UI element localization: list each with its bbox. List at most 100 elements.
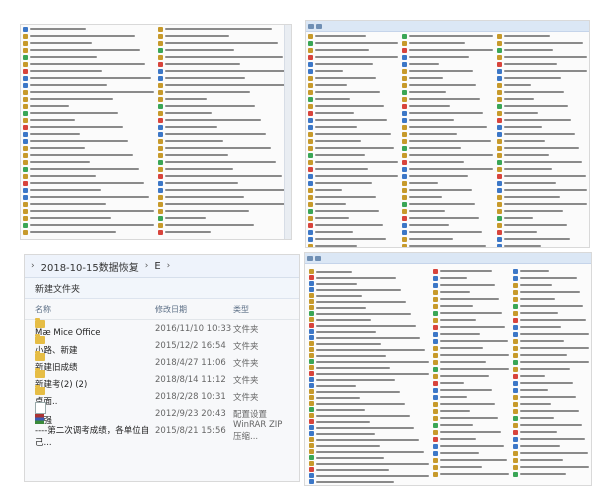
list-item[interactable] (309, 377, 429, 382)
address-bar[interactable]: › 2018-10-15数据恢复 › E › (25, 255, 299, 278)
list-item[interactable] (23, 103, 154, 109)
breadcrumb-item[interactable]: E (154, 261, 160, 272)
list-item[interactable] (496, 208, 587, 214)
list-item[interactable] (513, 282, 589, 288)
list-item[interactable] (158, 75, 289, 81)
list-item[interactable] (158, 208, 289, 214)
list-item[interactable] (402, 131, 492, 137)
list-item[interactable] (308, 222, 398, 228)
file-row[interactable]: Mæ Mice Office 2016/11/10 10:33 文件夹 (25, 317, 299, 338)
list-item[interactable] (496, 75, 587, 81)
list-item[interactable] (308, 124, 398, 130)
list-item[interactable] (308, 40, 399, 46)
list-item[interactable] (309, 359, 429, 364)
list-item[interactable] (23, 61, 154, 67)
list-item[interactable] (433, 429, 509, 435)
list-item[interactable] (23, 26, 154, 32)
list-item[interactable] (513, 331, 589, 337)
list-item[interactable] (402, 173, 492, 179)
list-item[interactable] (158, 82, 289, 88)
list-item[interactable] (513, 366, 589, 372)
list-item[interactable] (402, 82, 492, 88)
list-item[interactable] (402, 96, 492, 102)
list-item[interactable] (496, 103, 587, 109)
list-item[interactable] (496, 152, 587, 158)
list-item[interactable] (433, 289, 509, 295)
list-item[interactable] (23, 208, 154, 214)
new-folder-button[interactable]: 新建文件夹 (35, 282, 80, 295)
column-date[interactable]: 修改日期 (155, 304, 233, 315)
list-item[interactable] (158, 229, 289, 235)
list-item[interactable] (158, 26, 289, 32)
list-item[interactable] (433, 408, 509, 414)
list-item[interactable] (433, 380, 509, 386)
file-row[interactable]: 新建旧成绩 2018/4/27 11:06 文件夹 (25, 350, 299, 373)
list-item[interactable] (433, 275, 509, 281)
list-item[interactable] (496, 194, 587, 200)
list-item[interactable] (513, 471, 589, 477)
list-item[interactable] (513, 359, 589, 365)
list-item[interactable] (513, 289, 589, 295)
list-item[interactable] (158, 68, 289, 74)
file-row[interactable]: 新建考(2) (2) 2018/8/14 11:12 文件夹 (25, 367, 299, 390)
list-item[interactable] (23, 75, 154, 81)
list-item[interactable] (513, 401, 589, 407)
list-item[interactable] (158, 131, 289, 137)
list-item[interactable] (308, 152, 398, 158)
list-item[interactable] (158, 222, 289, 228)
list-item[interactable] (402, 180, 492, 186)
list-item[interactable] (308, 75, 398, 81)
list-item[interactable] (309, 329, 429, 334)
list-item[interactable] (23, 89, 154, 95)
list-item[interactable] (309, 311, 429, 316)
list-item[interactable] (158, 103, 289, 109)
list-item[interactable] (23, 194, 154, 200)
list-item[interactable] (309, 269, 429, 274)
list-item[interactable] (496, 47, 587, 53)
list-item[interactable] (402, 61, 492, 67)
list-item[interactable] (496, 243, 587, 247)
list-item[interactable] (23, 145, 154, 151)
list-item[interactable] (513, 317, 589, 323)
list-item[interactable] (402, 145, 492, 151)
list-item[interactable] (402, 229, 492, 235)
list-item[interactable] (158, 159, 289, 165)
list-item[interactable] (402, 187, 492, 193)
list-item[interactable] (23, 131, 154, 137)
list-item[interactable] (308, 96, 398, 102)
list-item[interactable] (308, 201, 398, 207)
list-item[interactable] (513, 338, 589, 344)
list-item[interactable] (402, 201, 492, 207)
list-item[interactable] (433, 352, 509, 358)
list-item[interactable] (513, 415, 589, 421)
list-item[interactable] (513, 429, 589, 435)
list-item[interactable] (433, 401, 509, 407)
list-item[interactable] (496, 180, 587, 186)
list-item[interactable] (158, 54, 289, 60)
list-item[interactable] (23, 40, 154, 46)
list-item[interactable] (158, 89, 289, 95)
list-item[interactable] (496, 61, 587, 67)
list-item[interactable] (309, 467, 429, 472)
list-item[interactable] (513, 387, 589, 393)
list-item[interactable] (23, 152, 154, 158)
list-item[interactable] (308, 145, 398, 151)
list-item[interactable] (513, 464, 589, 470)
list-item[interactable] (158, 194, 289, 200)
list-item[interactable] (402, 138, 492, 144)
list-item[interactable] (496, 201, 587, 207)
list-item[interactable] (158, 187, 289, 193)
list-item[interactable] (308, 54, 399, 60)
list-item[interactable] (23, 54, 154, 60)
list-item[interactable] (402, 159, 492, 165)
list-item[interactable] (496, 166, 587, 172)
list-item[interactable] (513, 324, 589, 330)
list-item[interactable] (23, 96, 154, 102)
list-item[interactable] (309, 371, 429, 376)
list-item[interactable] (308, 187, 398, 193)
list-item[interactable] (513, 275, 589, 281)
list-item[interactable] (158, 138, 289, 144)
list-item[interactable] (309, 281, 429, 286)
list-item[interactable] (309, 299, 429, 304)
list-item[interactable] (158, 201, 289, 207)
